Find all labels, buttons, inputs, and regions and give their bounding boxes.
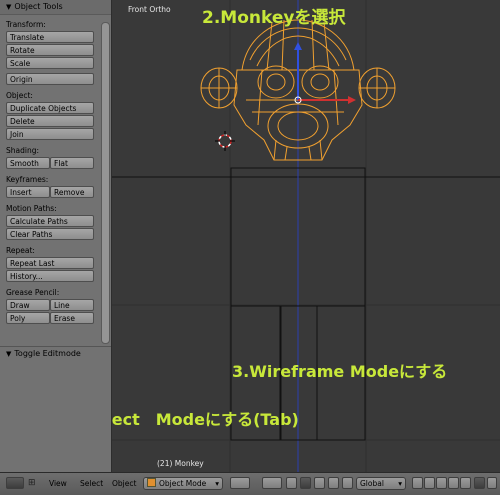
scale-manipulator-icon[interactable] [328, 477, 339, 489]
mode-cube-icon [147, 478, 156, 487]
snap-icon[interactable] [474, 477, 485, 489]
remove-keyframe-button[interactable]: Remove [50, 186, 94, 198]
layer-button-1[interactable] [412, 477, 423, 489]
shading-label: Shading: [6, 146, 39, 155]
history-button[interactable]: History... [6, 270, 94, 282]
draw-button[interactable]: Draw [6, 299, 50, 311]
translate-manipulator-icon[interactable] [300, 477, 311, 489]
orientation-selector[interactable]: Global ▾ [356, 477, 406, 490]
calculate-paths-button[interactable]: Calculate Paths [6, 215, 94, 227]
orientation-label: Global [360, 479, 384, 488]
editor-type-icon[interactable] [6, 477, 24, 489]
delete-button[interactable]: Delete [6, 115, 94, 127]
smooth-button[interactable]: Smooth [6, 157, 50, 169]
render-icon[interactable] [487, 477, 497, 489]
poly-button[interactable]: Poly [6, 312, 50, 324]
toggle-editmode-header[interactable]: ▼ Toggle Editmode [0, 347, 111, 361]
pivot-point-icon[interactable] [262, 477, 282, 489]
select-menu[interactable]: Select [80, 477, 103, 490]
3d-cursor-icon[interactable] [215, 131, 235, 151]
collapse-triangle-icon: ▼ [6, 350, 12, 358]
viewport-shading-icon[interactable] [230, 477, 250, 489]
rotate-manipulator-icon[interactable] [314, 477, 325, 489]
object-menu[interactable]: Object [112, 477, 136, 490]
object-tools-panel-header[interactable]: ▼ Object Tools [0, 0, 111, 15]
rotate-button[interactable]: Rotate [6, 44, 94, 56]
motion-paths-label: Motion Paths: [6, 204, 57, 213]
toggle-editmode-panel: ▼ Toggle Editmode [0, 346, 111, 472]
line-button[interactable]: Line [50, 299, 94, 311]
annotation-select-monkey: 2.Monkeyを選択 [202, 8, 346, 28]
layer-button-3[interactable] [436, 477, 447, 489]
chevron-down-icon: ▾ [215, 479, 219, 488]
manipulator-toggle-icon[interactable] [286, 477, 297, 489]
layer-button-5[interactable] [460, 477, 471, 489]
flat-button[interactable]: Flat [50, 157, 94, 169]
viewport-scene [112, 0, 500, 472]
view-name-label: Front Ortho [128, 5, 171, 14]
mode-selector-label: Object Mode [159, 479, 207, 488]
header-collapse-icon[interactable]: ⊞ [28, 477, 38, 489]
object-label: Object: [6, 91, 33, 100]
scale-button[interactable]: Scale [6, 57, 94, 69]
blender-window: ▼ Object Tools Transform: Translate Rotat… [0, 0, 500, 495]
layer-button-2[interactable] [424, 477, 435, 489]
view-menu[interactable]: View [49, 477, 67, 490]
collapse-triangle-icon: ▼ [6, 3, 12, 11]
transform-orientation-icon[interactable] [342, 477, 353, 489]
keyframes-label: Keyframes: [6, 175, 49, 184]
object-tools-title: Object Tools [14, 2, 63, 11]
join-button[interactable]: Join [6, 128, 94, 140]
clear-paths-button[interactable]: Clear Paths [6, 228, 94, 240]
repeat-label: Repeat: [6, 246, 35, 255]
viewport-grid [112, 0, 500, 472]
z-arrow-head-icon[interactable] [294, 42, 302, 50]
duplicate-objects-button[interactable]: Duplicate Objects [6, 102, 94, 114]
annotation-wireframe-mode: 3.Wireframe Modeにする [232, 362, 448, 381]
erase-button[interactable]: Erase [50, 312, 94, 324]
insert-keyframe-button[interactable]: Insert [6, 186, 50, 198]
active-object-label: (21) Monkey [157, 459, 204, 468]
x-arrow-head-icon[interactable] [348, 96, 356, 104]
chevron-down-icon: ▾ [398, 479, 402, 488]
toolshelf-scrollbar[interactable] [101, 22, 110, 344]
3d-view-header: ⊞ View Select Object Object Mode ▾ Global… [0, 472, 500, 495]
tool-shelf: ▼ Object Tools Transform: Translate Rotat… [0, 0, 112, 472]
annotation-object-mode: 1.Object Modeにする(Tab) [112, 410, 299, 429]
origin-button[interactable]: Origin [6, 73, 94, 85]
toggle-editmode-title: Toggle Editmode [14, 349, 81, 358]
repeat-last-button[interactable]: Repeat Last [6, 257, 94, 269]
layer-button-4[interactable] [448, 477, 459, 489]
3d-viewport[interactable]: Front Ortho 2.Monkeyを選択 3.Wireframe Mode… [112, 0, 500, 472]
grease-pencil-label: Grease Pencil: [6, 288, 60, 297]
translate-button[interactable]: Translate [6, 31, 94, 43]
transform-label: Transform: [6, 20, 46, 29]
mode-selector[interactable]: Object Mode ▾ [143, 477, 223, 490]
